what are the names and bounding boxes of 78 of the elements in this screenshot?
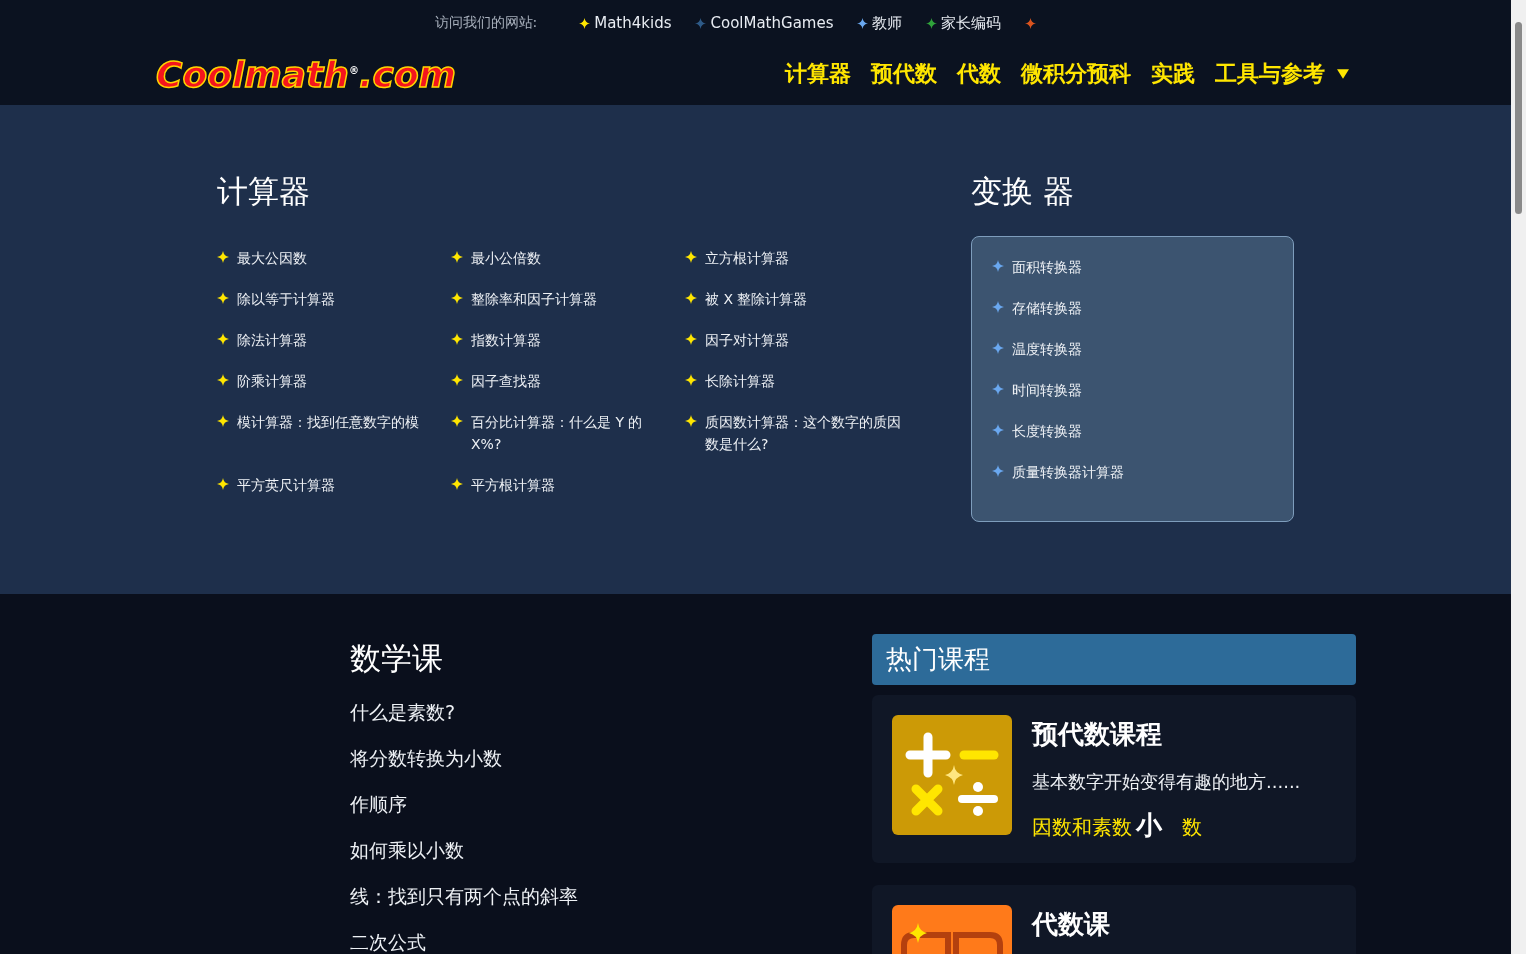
sparkle-icon <box>992 260 1004 272</box>
site-logo[interactable]: Coolmath$^{®}$.com <box>156 53 457 95</box>
calculator-link[interactable]: 被 X 整除计算器 <box>685 288 919 310</box>
converter-link[interactable]: 时间转换器 <box>992 379 1273 401</box>
scrollbar[interactable] <box>1511 0 1526 954</box>
nav-link[interactable]: 实践 <box>1151 59 1195 89</box>
calculator-link[interactable]: 平方英尺计算器 <box>217 474 451 496</box>
calculator-link[interactable]: 阶乘计算器 <box>217 370 451 392</box>
sparkle-icon <box>451 415 463 427</box>
sparkle-icon <box>992 465 1004 477</box>
lesson-link[interactable]: 如何乘以小数 <box>350 836 872 864</box>
section-title: 热门课程 <box>886 643 990 676</box>
calculator-link[interactable]: 最大公因数 <box>217 247 451 269</box>
calculator-link[interactable]: 百分比计算器：什么是 Y 的 X%? <box>451 411 685 455</box>
lesson-link[interactable]: 二次公式 <box>350 928 872 954</box>
site-link[interactable]: CoolMathGames <box>695 14 834 32</box>
sparkle-icon <box>451 251 463 263</box>
course-title[interactable]: 预代数课程 <box>1032 717 1301 752</box>
math-operations-icon[interactable] <box>892 715 1012 835</box>
course-title[interactable]: 代数课 <box>1032 907 1110 942</box>
converter-link[interactable]: 质量转换器计算器 <box>992 461 1273 483</box>
calculator-link[interactable]: 因子查找器 <box>451 370 685 392</box>
calculator-link[interactable]: 平方根计算器 <box>451 474 685 496</box>
converter-link[interactable]: 存储转换器 <box>992 297 1273 319</box>
sparkle-icon <box>451 333 463 345</box>
section-title: 数学课 <box>350 639 444 678</box>
site-link[interactable]: 家长编码 <box>926 13 1002 33</box>
calculator-link[interactable]: 长除计算器 <box>685 370 919 392</box>
converter-link[interactable]: 长度转换器 <box>992 420 1273 442</box>
nav-link[interactable]: 工具与参考 <box>1215 59 1349 89</box>
calculator-link[interactable]: 因子对计算器 <box>685 329 919 351</box>
sparkle-icon <box>217 478 229 490</box>
section-title: 变换 器 <box>971 172 1075 211</box>
section-title: 计算器 <box>217 172 311 211</box>
converter-link[interactable]: 温度转换器 <box>992 338 1273 360</box>
lesson-link[interactable]: 线：找到只有两个点的斜率 <box>350 882 872 910</box>
topic-text: 小 <box>1136 809 1162 842</box>
sparkle-icon <box>685 415 697 427</box>
sparkle-icon <box>217 251 229 263</box>
sparkle-icon <box>685 333 697 345</box>
calculator-link[interactable]: 除法计算器 <box>217 329 451 351</box>
sparkle-icon <box>685 374 697 386</box>
calculator-link[interactable]: 最小公倍数 <box>451 247 685 269</box>
sparkle-icon <box>992 383 1004 395</box>
site-link[interactable]: Math4kids <box>579 14 672 32</box>
converter-link[interactable]: 面积转换器 <box>992 256 1273 278</box>
calculator-link[interactable]: 模计算器：找到任意数字的模 <box>217 411 451 455</box>
calculator-link[interactable]: 质因数计算器：这个数字的质因数是什么? <box>685 411 919 455</box>
sparkle-icon[interactable] <box>1025 17 1037 29</box>
course-description: 基本数字开始变得有趣的地方...... <box>1032 770 1301 794</box>
sparkle-icon <box>992 342 1004 354</box>
caret-icon[interactable] <box>1337 69 1349 79</box>
visit-label: 访问我们的网站: <box>434 14 538 32</box>
calculator-link[interactable]: 整除率和因子计算器 <box>451 288 685 310</box>
nav-link[interactable]: 代数 <box>957 59 1001 89</box>
calculator-link[interactable]: 除以等于计算器 <box>217 288 451 310</box>
lesson-link[interactable]: 作顺序 <box>350 790 872 818</box>
topic-link[interactable]: 数 <box>1182 814 1202 841</box>
sparkle-icon <box>217 333 229 345</box>
sparkle-icon <box>451 292 463 304</box>
nav-link[interactable]: 微积分预科 <box>1021 59 1131 89</box>
calculator-link[interactable]: 立方根计算器 <box>685 247 919 269</box>
nav-link[interactable]: 计算器 <box>785 59 851 89</box>
sparkle-icon <box>685 292 697 304</box>
sparkle-icon <box>217 292 229 304</box>
topic-link[interactable]: 因数和素数 <box>1032 814 1132 841</box>
sparkle-icon <box>217 415 229 427</box>
site-link[interactable]: 教师 <box>857 13 903 33</box>
sparkle-icon <box>451 478 463 490</box>
sparkle-icon <box>992 301 1004 313</box>
sparkle-icon <box>992 424 1004 436</box>
sparkle-icon <box>451 374 463 386</box>
calculator-link[interactable]: 指数计算器 <box>451 329 685 351</box>
lesson-link[interactable]: 将分数转换为小数 <box>350 744 872 772</box>
sparkle-icon <box>685 251 697 263</box>
nav-link[interactable]: 预代数 <box>871 59 937 89</box>
sparkle-icon <box>217 374 229 386</box>
lesson-link[interactable]: 什么是素数? <box>350 698 872 726</box>
